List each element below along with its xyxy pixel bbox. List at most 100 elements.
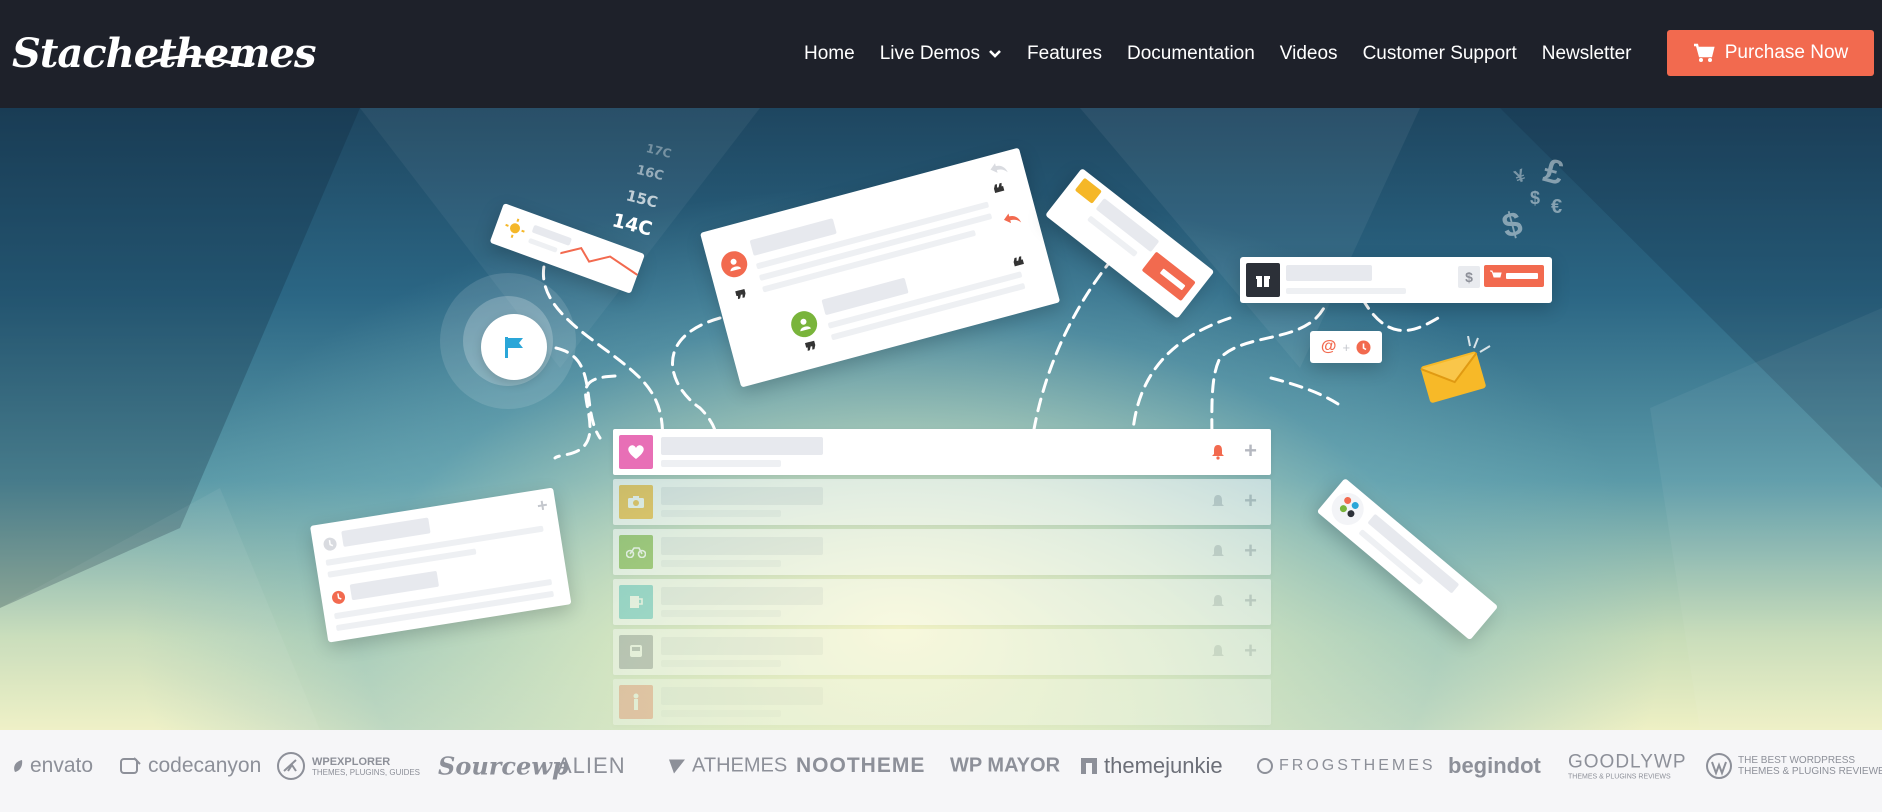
purchase-now-button[interactable]: Purchase Now <box>1667 30 1874 76</box>
add-icon: + <box>1244 488 1257 513</box>
nav-label: Customer Support <box>1362 43 1517 64</box>
add-icon: + <box>1244 638 1257 663</box>
event-row <box>613 679 1271 725</box>
leaf-icon <box>14 760 23 772</box>
event-row: + <box>613 429 1271 475</box>
partner-best-wordpress[interactable]: THE BEST WORDPRESS THEMES & PLUGINS REVI… <box>1706 753 1882 779</box>
telescope-icon <box>277 752 305 780</box>
partner-alien[interactable]: ALIEN <box>557 753 626 779</box>
nav-label: Videos <box>1279 43 1338 64</box>
product-card: $ <box>1240 257 1552 303</box>
at-symbol: @ <box>1320 338 1337 355</box>
nav-features[interactable]: Features <box>1015 43 1115 65</box>
chevron-down-icon <box>989 50 1001 58</box>
avatar <box>788 308 821 341</box>
partner-label: ATHEMES <box>692 754 788 777</box>
envelope-icon <box>1420 336 1491 403</box>
category-tile <box>619 685 653 719</box>
partner-label: THE BEST WORDPRESS <box>1738 755 1856 766</box>
wordpress-icon <box>1706 753 1732 779</box>
price-tag: $ <box>1458 266 1480 288</box>
clock-icon <box>332 590 346 604</box>
partner-wpmayor[interactable]: WP MAYOR <box>950 755 1060 778</box>
add-icon: + <box>1244 438 1257 463</box>
nav-newsletter[interactable]: Newsletter <box>1529 43 1644 65</box>
partner-wpexplorer[interactable]: WPEXPLORER THEMES, PLUGINS, GUIDES <box>276 751 420 781</box>
main-nav: Home Live Demos Features Documentation V… <box>792 0 1645 108</box>
ticket-badge <box>1074 177 1102 204</box>
mug-icon <box>630 596 643 608</box>
partner-codecanyon[interactable]: codecanyon <box>120 754 261 778</box>
clock-faded-icon <box>323 537 337 551</box>
bell-icon <box>1212 545 1224 556</box>
camera-icon <box>628 496 644 508</box>
athemes-icon <box>669 759 685 773</box>
partner-tagline: THEMES, PLUGINS, GUIDES <box>312 767 421 777</box>
partner-label: WPEXPLORER <box>312 755 391 768</box>
category-tile <box>619 435 653 469</box>
hero-illustration: 17C 16C 15C 14C ❞ ❝ ❞ ❝ $ ¥ £ $ € $ @ + … <box>0 108 1882 730</box>
category-tile <box>619 485 653 519</box>
partner-label: GOODLYWP <box>1568 751 1687 773</box>
event-row: + <box>613 529 1271 575</box>
person-icon <box>633 693 639 710</box>
event-row: + <box>613 579 1271 625</box>
partner-frogsthemes[interactable]: FROGSTHEMES <box>1257 757 1436 775</box>
reply-icon <box>1003 213 1022 224</box>
ticket-button <box>1141 251 1196 302</box>
partner-begindot[interactable]: begindot <box>1448 753 1541 779</box>
partner-label: themejunkie <box>1104 753 1223 778</box>
bus-icon <box>630 645 642 657</box>
partner-envato[interactable]: envato <box>12 754 93 778</box>
heart-icon <box>628 445 644 459</box>
sun-icon <box>505 218 525 239</box>
category-tile <box>619 535 653 569</box>
partner-themejunkie[interactable]: themejunkie <box>1080 753 1223 779</box>
bike-icon <box>626 547 646 558</box>
nav-label: Features <box>1027 43 1102 64</box>
nav-live-demos[interactable]: Live Demos <box>867 43 1014 65</box>
event-row: + <box>613 479 1271 525</box>
event-row: + <box>613 629 1271 675</box>
partner-sourcewp[interactable]: Sourcewp <box>438 752 569 781</box>
plus-symbol: + <box>1342 339 1351 355</box>
partner-label: codecanyon <box>148 754 262 777</box>
bell-icon <box>1212 595 1224 606</box>
cart-icon <box>1490 270 1502 278</box>
partner-tagline: THEMES & PLUGINS REVIEWED <box>1738 766 1882 777</box>
partner-athemes[interactable]: ATHEMES <box>668 755 787 778</box>
nav-label: Live Demos <box>879 43 981 64</box>
nav-home[interactable]: Home <box>792 43 868 65</box>
codecanyon-icon <box>120 757 141 774</box>
partner-goodlywp[interactable]: GOODLYWP THEMES & PLUGINS REVIEWS <box>1568 752 1687 781</box>
user-icon <box>730 258 742 272</box>
add-note-icon: + <box>535 494 550 517</box>
partner-label: Sourcewp <box>438 751 569 781</box>
add-icon: + <box>1244 538 1257 563</box>
site-header: Stachethemes Home Live Demos Features Do… <box>0 0 1882 108</box>
logo-swash-icon <box>150 54 255 67</box>
nav-customer-support[interactable]: Customer Support <box>1350 43 1529 65</box>
frog-icon <box>1257 758 1273 774</box>
partner-nootheme[interactable]: NOOTHEME <box>796 754 925 778</box>
nav-label: Documentation <box>1127 43 1255 64</box>
partner-label: ALIEN <box>557 753 626 778</box>
clock-icon <box>1356 340 1371 354</box>
bell-icon <box>1212 645 1224 656</box>
partner-tagline: THEMES & PLUGINS REVIEWS <box>1568 773 1671 781</box>
bell-icon <box>1212 495 1224 506</box>
gift-icon <box>1256 276 1270 287</box>
nav-videos[interactable]: Videos <box>1267 43 1350 65</box>
cart-icon <box>1693 43 1715 62</box>
nav-documentation[interactable]: Documentation <box>1115 43 1268 65</box>
currency-dollar-small: $ <box>1530 188 1541 208</box>
nav-label: Newsletter <box>1541 43 1632 64</box>
currency-euro: € <box>1551 196 1563 218</box>
category-tile <box>619 585 653 619</box>
quote-open-icon: ❞ <box>733 285 752 314</box>
gift-tile <box>1246 263 1280 297</box>
nav-label: Home <box>804 43 855 64</box>
reply-faded-icon <box>990 163 1008 173</box>
add-to-cart-badge <box>1484 265 1544 287</box>
flag-bubble-core <box>481 314 547 380</box>
